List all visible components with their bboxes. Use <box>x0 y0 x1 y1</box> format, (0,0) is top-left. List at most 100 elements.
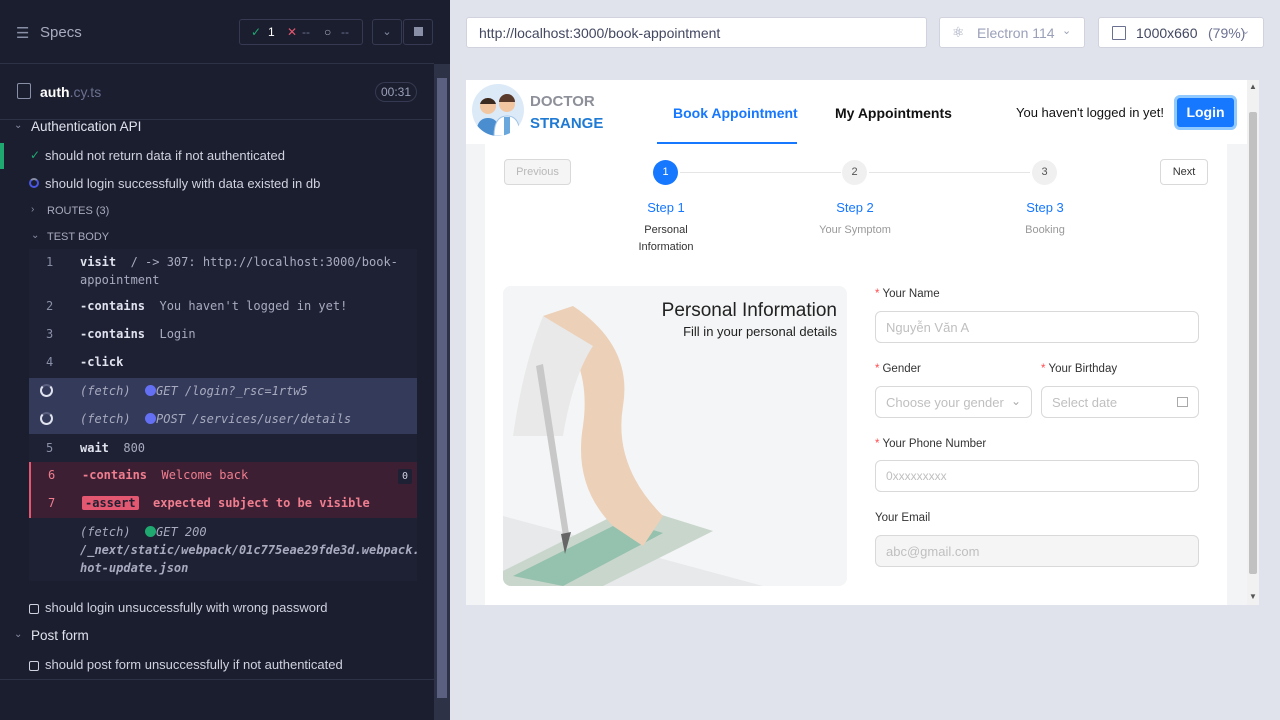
viewport-selector[interactable]: 1000x660 (79%) ⌄ <box>1098 17 1264 48</box>
command-name-text: -assert <box>82 496 139 510</box>
nav-book-appointment[interactable]: Book Appointment <box>673 105 798 121</box>
command-name-text: visit <box>80 255 117 269</box>
command-message-cont: /_next/static/webpack/01c775eae29fde3d.w… <box>80 543 420 557</box>
specs-title[interactable]: Specs <box>40 24 82 41</box>
pending-icon: ○ <box>324 25 332 39</box>
test-passed[interactable]: ✓ should not return data if not authenti… <box>0 143 432 169</box>
test-body-label: TEST BODY <box>47 231 110 243</box>
test-title: should post form unsuccessfully if not a… <box>45 657 343 672</box>
failed-count: -- <box>302 25 310 39</box>
login-button[interactable]: Login <box>1174 95 1237 130</box>
suite-auth-api[interactable]: ⌄ Authentication API <box>0 114 432 140</box>
command-message: GET 200 <box>156 525 207 539</box>
required-mark: * <box>1041 363 1046 375</box>
scroll-up-icon[interactable]: ▲ <box>1249 82 1257 91</box>
logo-line2: STRANGE <box>530 115 604 132</box>
gender-label-text: Gender <box>882 363 921 375</box>
gender-select[interactable]: Choose your gender ⌄ <box>875 386 1032 418</box>
command-row[interactable]: 2 -contains You haven't logged in yet! <box>29 293 417 321</box>
birthday-placeholder: Select date <box>1052 395 1118 410</box>
test-pending[interactable]: should login unsuccessfully with wrong p… <box>0 595 432 621</box>
stop-button[interactable] <box>403 19 433 45</box>
step-2-title: Step 2 <box>836 200 874 215</box>
request-dot-icon <box>145 526 157 537</box>
step-1-circle[interactable]: 1 <box>653 160 678 185</box>
command-row-fetch[interactable]: (fetch) GET 200 /_next/static/webpack/01… <box>29 519 420 581</box>
command-message-cont: appointment <box>80 273 160 287</box>
step-3-title: Step 3 <box>1026 200 1064 215</box>
login-status-text: You haven't logged in yet! <box>1016 105 1165 120</box>
command-row-fetch[interactable]: (fetch) POST /services/user/details <box>29 406 417 434</box>
stop-icon <box>413 27 423 36</box>
command-name-text: (fetch) <box>80 412 131 426</box>
command-row[interactable]: 3 -contains Login <box>29 321 417 349</box>
email-input[interactable]: abc@gmail.com <box>875 535 1199 567</box>
step-connector <box>680 172 841 173</box>
match-count-badge: 0 <box>398 469 412 484</box>
command-name-text: -contains <box>82 468 148 482</box>
url-bar[interactable]: http://localhost:3000/book-appointment <box>466 17 927 48</box>
spec-file-name[interactable]: auth.cy.ts <box>40 84 101 100</box>
suite-post-form[interactable]: ⌄ Post form <box>0 623 432 649</box>
doctors-logo[interactable] <box>472 84 524 136</box>
divider <box>0 679 434 680</box>
command-number: 4 <box>46 355 54 369</box>
command-row-failed[interactable]: 7 -assert expected subject to be visible <box>29 490 417 518</box>
scrollbar-thumb[interactable] <box>1249 112 1257 574</box>
birthday-label-text: Your Birthday <box>1048 363 1118 375</box>
chevron-down-icon[interactable]: ⌄ <box>372 19 402 45</box>
command-row[interactable]: 1 visit / -> 307: http://localhost:3000/… <box>29 249 417 291</box>
command-row-fetch[interactable]: (fetch) GET /login?_rsc=1rtw5 <box>29 378 417 406</box>
viewport-size: 1000x660 <box>1136 25 1198 41</box>
spinner-icon <box>40 412 53 425</box>
reporter-scrollbar[interactable] <box>434 64 450 720</box>
pending-count: -- <box>341 25 349 39</box>
command-message: GET /login?_rsc=1rtw5 <box>156 384 308 398</box>
command-row-failed[interactable]: 6 -contains Welcome back 0 <box>29 462 417 490</box>
test-stats: ✓ 1 ✕ -- ○ -- <box>239 19 363 45</box>
request-dot-icon <box>145 385 157 396</box>
test-body-toggle[interactable]: ⌄ TEST BODY <box>0 224 432 250</box>
command-name-text: -contains <box>80 299 146 313</box>
chevron-down-icon: ⌄ <box>1241 25 1251 37</box>
command-row[interactable]: 5 wait 800 <box>29 435 417 463</box>
command-message: Login <box>159 327 196 341</box>
scroll-down-icon[interactable]: ▼ <box>1249 592 1257 601</box>
name-input[interactable]: Nguyễn Văn A <box>875 311 1199 343</box>
app-scrollbar[interactable]: ▲ ▼ <box>1247 80 1259 605</box>
doctors-logo-art <box>476 94 521 136</box>
spinner-icon <box>40 384 53 397</box>
gender-label: * Gender <box>875 363 921 375</box>
browser-selector[interactable]: ⚛ Electron 114 ⌄ <box>939 17 1085 48</box>
request-dot-icon <box>145 413 157 424</box>
command-name-text: (fetch) <box>80 384 131 398</box>
suite-title: Authentication API <box>31 119 142 134</box>
step-2-circle[interactable]: 2 <box>842 160 867 185</box>
specs-menu-icon[interactable]: ☰ <box>16 24 32 42</box>
command-name-text: -click <box>80 355 124 369</box>
command-message-cont: hot-update.json <box>80 561 189 575</box>
command-name-text: (fetch) <box>80 525 131 539</box>
routes-toggle[interactable]: › ROUTES (3) <box>0 198 432 224</box>
chevron-right-icon: › <box>31 204 35 215</box>
next-button[interactable]: Next <box>1160 159 1208 185</box>
command-number: 7 <box>48 496 56 510</box>
command-number: 5 <box>46 441 54 455</box>
phone-input[interactable]: 0xxxxxxxxx <box>875 460 1199 492</box>
test-running[interactable]: should login successfully with data exis… <box>0 171 432 197</box>
cypress-reporter: ☰ Specs ✓ 1 ✕ -- ○ -- ⌄ auth.cy.ts 00:31… <box>0 0 434 720</box>
scrollbar-thumb[interactable] <box>437 78 447 698</box>
step-1-desc-line2: Information <box>638 241 694 253</box>
test-pending[interactable]: should post form unsuccessfully if not a… <box>0 652 432 678</box>
command-message: expected subject to be visible <box>153 496 370 510</box>
birthday-picker[interactable]: Select date <box>1041 386 1199 418</box>
command-message: You haven't logged in yet! <box>159 299 348 313</box>
suite-title: Post form <box>31 628 89 643</box>
app-under-test: DOCTOR STRANGE Book Appointment My Appoi… <box>466 80 1259 605</box>
previous-button[interactable]: Previous <box>504 159 571 185</box>
command-row[interactable]: 4 -click <box>29 349 417 377</box>
step-1-desc: Personal Information <box>616 222 716 256</box>
hero-image: Personal Information Fill in your person… <box>503 286 847 586</box>
step-3-circle[interactable]: 3 <box>1032 160 1057 185</box>
nav-my-appointments[interactable]: My Appointments <box>835 105 952 121</box>
